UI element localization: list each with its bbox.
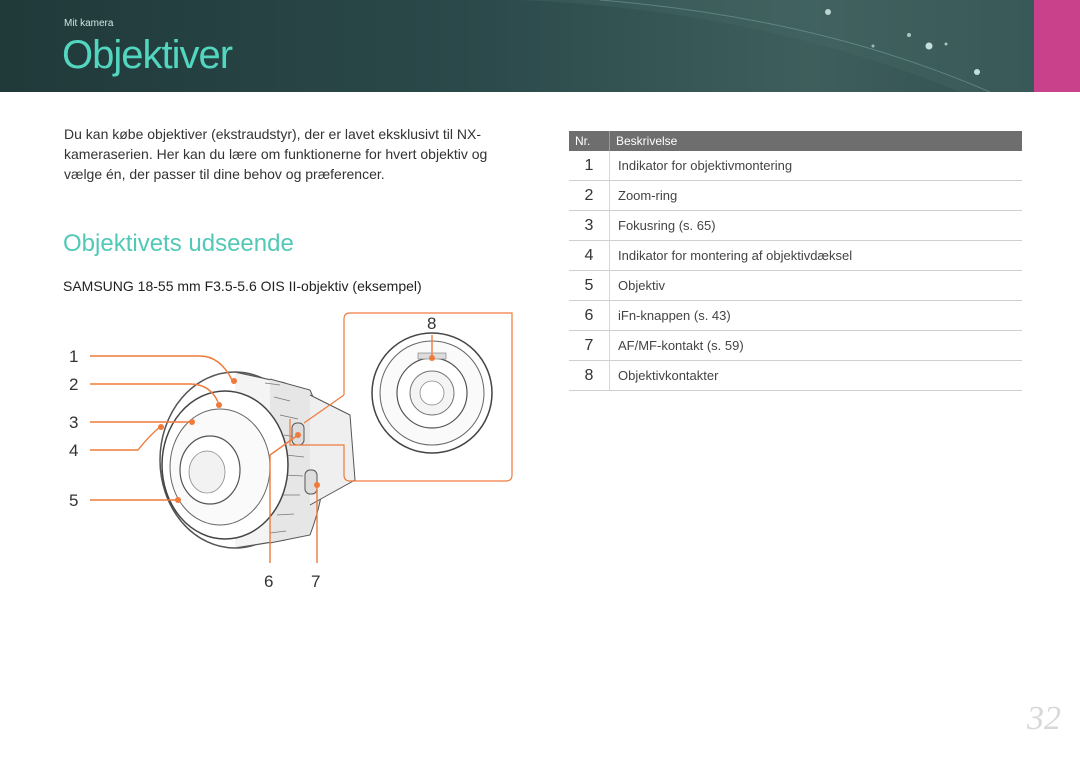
row-description[interactable]: iFn-knappen (s. 43) — [609, 300, 1022, 331]
table-row: 2 Zoom-ring — [569, 180, 1022, 211]
row-description: Objektivkontakter — [609, 360, 1022, 391]
row-description: Indikator for objektivmontering — [609, 151, 1022, 181]
callout-2: 2 — [69, 375, 78, 394]
table-row: 6 iFn-knappen (s. 43) — [569, 300, 1022, 331]
table-row: 8 Objektivkontakter — [569, 360, 1022, 391]
chapter-tab[interactable] — [1034, 0, 1080, 92]
column-header-nr: Nr. — [569, 131, 610, 151]
diagram-caption: SAMSUNG 18-55 mm F3.5-5.6 OIS II-objekti… — [63, 278, 422, 294]
parts-table: Nr. Beskrivelse 1 Indikator for objektivm… — [569, 131, 1022, 391]
section-title: Objektivets udseende — [63, 230, 294, 257]
callout-3: 3 — [69, 413, 78, 432]
table-header-row: Nr. Beskrivelse — [569, 131, 1022, 151]
table-row: 4 Indikator for montering af objektivdæks… — [569, 240, 1022, 271]
row-number: 1 — [569, 151, 610, 181]
table-row: 3 Fokusring (s. 65) — [569, 210, 1022, 241]
callout-4: 4 — [69, 441, 78, 460]
table-row: 7 AF/MF-kontakt (s. 59) — [569, 330, 1022, 361]
callout-5: 5 — [69, 491, 78, 510]
callout-8: 8 — [427, 314, 436, 333]
lens-diagram: 1 2 3 4 5 6 7 8 — [69, 312, 513, 591]
lens-front-illustration — [159, 371, 356, 549]
row-description: Objektiv — [609, 270, 1022, 301]
intro-paragraph: Du kan købe objektiver (ekstraudstyr), d… — [64, 126, 488, 182]
row-number: 6 — [569, 300, 610, 331]
callout-6: 6 — [264, 572, 273, 591]
callout-7: 7 — [311, 572, 320, 591]
row-number: 3 — [569, 210, 610, 241]
row-number: 4 — [569, 240, 610, 271]
row-description[interactable]: Fokusring (s. 65) — [609, 210, 1022, 241]
row-number: 5 — [569, 270, 610, 301]
row-description[interactable]: AF/MF-kontakt (s. 59) — [609, 330, 1022, 361]
page-title: Objektiver — [62, 33, 233, 77]
callout-1: 1 — [69, 347, 78, 366]
row-number: 8 — [569, 360, 610, 391]
table-row: 1 Indikator for objektivmontering — [569, 151, 1022, 181]
column-header-description: Beskrivelse — [609, 131, 1022, 151]
table-row: 5 Objektiv — [569, 270, 1022, 301]
page-number: 32 — [1027, 700, 1061, 737]
row-number: 7 — [569, 330, 610, 361]
page-header: Mit kamera Objektiver — [0, 0, 1080, 92]
row-number: 2 — [569, 180, 610, 211]
row-description: Zoom-ring — [609, 180, 1022, 211]
breadcrumb[interactable]: Mit kamera — [64, 18, 113, 29]
row-description: Indikator for montering af objektivdækse… — [609, 240, 1022, 271]
